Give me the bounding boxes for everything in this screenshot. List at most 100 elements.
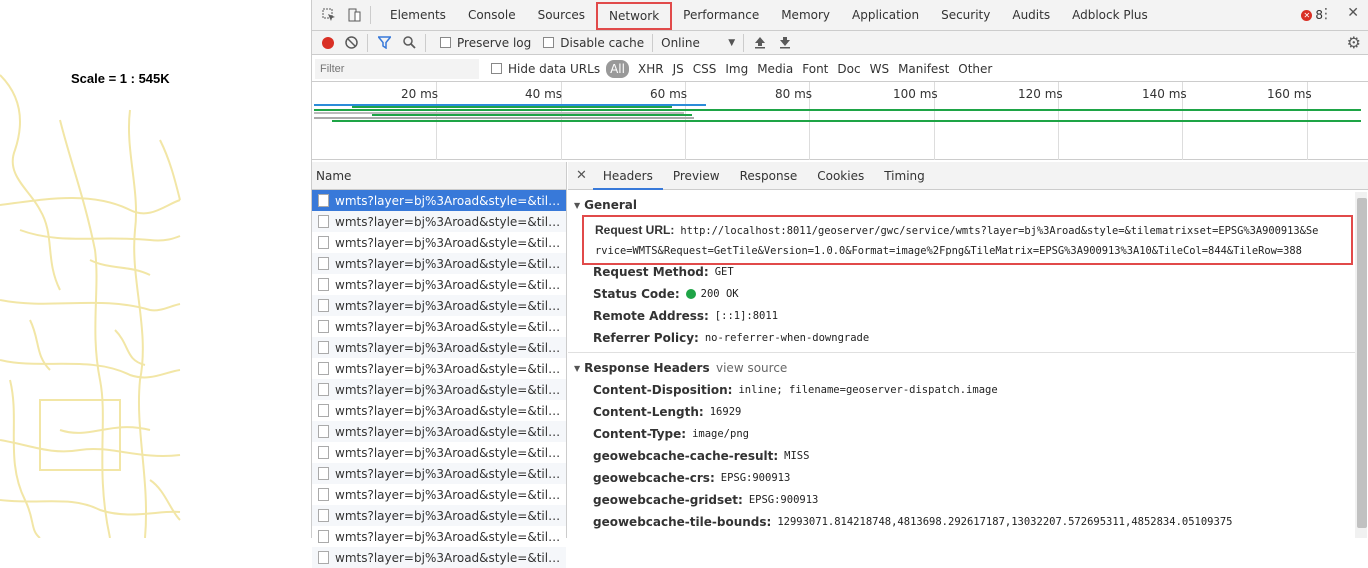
error-icon: ✕ [1301,9,1313,21]
filter-type-js[interactable]: JS [673,62,684,76]
request-url-key: Request URL: [595,223,675,237]
file-icon [318,215,329,228]
filter-type-media[interactable]: Media [757,62,793,76]
remote-address-value: [::1]:8011 [714,310,779,322]
request-row[interactable]: wmts?layer=bj%3Aroad&style=&tilematrixse… [312,190,566,211]
filter-type-doc[interactable]: Doc [837,62,860,76]
search-icon[interactable] [401,35,417,51]
device-toolbar-icon[interactable] [346,7,362,23]
request-row[interactable]: wmts?layer=bj%3Aroad&style=&tilematrixse… [312,484,566,505]
close-devtools-icon[interactable]: ✕ [1347,5,1359,21]
filter-type-font[interactable]: Font [802,62,828,76]
request-row[interactable]: wmts?layer=bj%3Aroad&style=&tilematrixse… [312,232,566,253]
network-settings-icon[interactable]: ⚙ [1347,33,1361,52]
request-row[interactable]: wmts?layer=bj%3Aroad&style=&tilematrixse… [312,400,566,421]
status-code-row: Status Code: 200 OK [593,287,739,301]
scrollbar-thumb[interactable] [1357,198,1367,528]
tab-application[interactable]: Application [841,0,930,31]
request-row[interactable]: wmts?layer=bj%3Aroad&style=&tilematrixse… [312,463,566,484]
tab-memory[interactable]: Memory [770,0,841,31]
tab-timing[interactable]: Timing [874,162,935,190]
triangle-down-icon: ▼ [574,200,581,210]
filter-type-manifest[interactable]: Manifest [898,62,949,76]
response-headers-title: Response Headers [584,361,710,375]
tab-performance[interactable]: Performance [672,0,770,31]
throttle-select[interactable]: Online ▼ [661,36,735,50]
request-name: wmts?layer=bj%3Aroad&style=&tilematrixse… [335,445,563,460]
filter-type-all[interactable]: All [606,59,629,78]
tab-headers[interactable]: Headers [592,162,663,190]
request-url-value-line2: rvice=WMTS&Request=GetTile&Version=1.0.0… [595,245,1302,257]
filter-type-ws[interactable]: WS [870,62,889,76]
record-icon[interactable] [322,36,334,49]
disable-cache-checkbox[interactable]: Disable cache [543,36,644,50]
request-row[interactable]: wmts?layer=bj%3Aroad&style=&tilematrixse… [312,337,566,358]
filter-type-img[interactable]: Img [725,62,748,76]
import-har-icon[interactable] [752,35,768,51]
response-header-key: geowebcache-gridset: [593,493,743,507]
response-header-value: EPSG:900913 [748,494,819,506]
tab-security[interactable]: Security [930,0,1001,31]
toolbar-divider [425,33,426,52]
request-row[interactable]: wmts?layer=bj%3Aroad&style=&tilematrixse… [312,253,566,274]
filter-type-xhr[interactable]: XHR [638,62,664,76]
request-name: wmts?layer=bj%3Aroad&style=&tilematrixse… [335,277,563,292]
request-row[interactable]: wmts?layer=bj%3Aroad&style=&tilematrixse… [312,547,566,568]
tab-console[interactable]: Console [457,0,527,31]
filter-type-css[interactable]: CSS [693,62,717,76]
tab-cookies[interactable]: Cookies [807,162,874,190]
request-name: wmts?layer=bj%3Aroad&style=&tilematrixse… [335,361,563,376]
request-row[interactable]: wmts?layer=bj%3Aroad&style=&tilematrixse… [312,505,566,526]
more-options-icon[interactable]: ⋮ [1319,6,1333,22]
request-row[interactable]: wmts?layer=bj%3Aroad&style=&tilematrixse… [312,379,566,400]
file-icon [318,488,329,501]
hide-data-urls-checkbox[interactable]: Hide data URLs [491,62,600,76]
file-icon [318,404,329,417]
request-row[interactable]: wmts?layer=bj%3Aroad&style=&tilematrixse… [312,358,566,379]
timeline-overview[interactable]: 20 ms 40 ms 60 ms 80 ms 100 ms 120 ms 14… [312,82,1368,160]
request-row[interactable]: wmts?layer=bj%3Aroad&style=&tilematrixse… [312,211,566,232]
request-row[interactable]: wmts?layer=bj%3Aroad&style=&tilematrixse… [312,421,566,442]
tab-elements[interactable]: Elements [379,0,457,31]
network-toolbar: Preserve log Disable cache Online ▼ ⚙ [312,31,1368,55]
request-row[interactable]: wmts?layer=bj%3Aroad&style=&tilematrixse… [312,274,566,295]
checkbox-box[interactable] [543,37,555,48]
request-row[interactable]: wmts?layer=bj%3Aroad&style=&tilematrixse… [312,442,566,463]
view-source-link[interactable]: view source [716,361,787,375]
timeline-request-bar [352,106,672,108]
clear-icon[interactable] [343,35,359,51]
tab-network[interactable]: Network [596,1,673,30]
status-code-value: 200 OK [700,288,739,300]
response-headers-section-header[interactable]: ▼ Response Headers [574,361,710,375]
general-section-header[interactable]: ▼ General [574,198,637,212]
timeline-tick-label: 100 ms [893,87,938,101]
devtools-panel: Elements Console Sources Network Perform… [311,0,1368,568]
map-panel[interactable]: Scale = 1 : 545K [0,0,311,538]
timeline-tick-label: 60 ms [650,87,688,101]
tab-audits[interactable]: Audits [1001,0,1061,31]
response-header-key: Content-Disposition: [593,383,733,397]
tab-sources[interactable]: Sources [527,0,596,31]
response-header-row: geowebcache-gridset: EPSG:900913 [593,493,818,507]
inspect-element-icon[interactable] [321,7,337,23]
request-row[interactable]: wmts?layer=bj%3Aroad&style=&tilematrixse… [312,316,566,337]
filter-type-other[interactable]: Other [958,62,992,76]
tab-adblock-plus[interactable]: Adblock Plus [1061,0,1159,31]
request-name: wmts?layer=bj%3Aroad&style=&tilematrixse… [335,214,563,229]
checkbox-box[interactable] [491,63,502,74]
request-row[interactable]: wmts?layer=bj%3Aroad&style=&tilematrixse… [312,295,566,316]
response-header-key: Content-Length: [593,405,704,419]
file-icon [318,194,329,207]
checkbox-box[interactable] [440,37,451,48]
name-column-header[interactable]: Name [312,162,566,190]
preserve-log-checkbox[interactable]: Preserve log [440,36,531,50]
request-row[interactable]: wmts?layer=bj%3Aroad&style=&tilematrixse… [312,526,566,547]
response-header-key: Content-Type: [593,427,687,441]
filter-input[interactable] [315,58,479,79]
close-detail-icon[interactable]: ✕ [576,168,587,183]
tab-response[interactable]: Response [730,162,808,190]
filter-icon[interactable] [376,35,392,51]
request-method-row: Request Method: GET [593,265,734,279]
export-har-icon[interactable] [777,35,793,51]
tab-preview[interactable]: Preview [663,162,730,190]
